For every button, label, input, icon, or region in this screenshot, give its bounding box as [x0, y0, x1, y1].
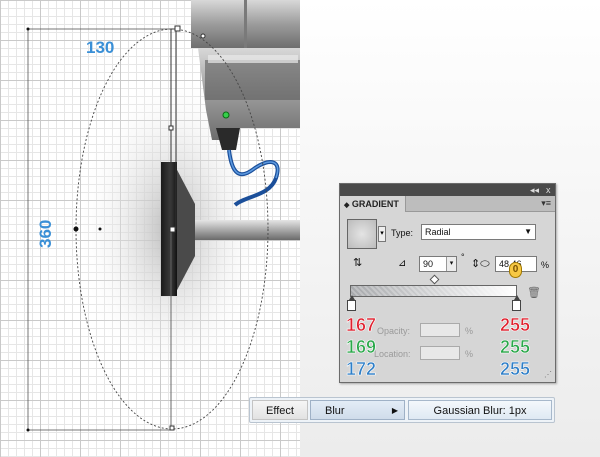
menu-blur-label: Blur: [325, 405, 345, 417]
anchor-top: [174, 25, 181, 32]
device-head-highlight: [208, 55, 298, 63]
chevron-right-icon: ▶: [391, 406, 398, 415]
opacity-label: Opacity:: [377, 326, 411, 336]
gradient-stop-right[interactable]: [512, 295, 521, 311]
angle-icon: ⊿: [398, 258, 407, 269]
angle-value: 90: [423, 259, 434, 269]
callout-badge: 0: [509, 262, 522, 278]
guide-corner-tl: [26, 27, 30, 31]
anchor-mid: [168, 125, 174, 131]
trash-icon[interactable]: 🗑: [527, 286, 541, 299]
gradient-preview-swatch[interactable]: [347, 219, 377, 249]
degree-mark: °: [461, 252, 465, 262]
type-select-value: Radial: [425, 227, 451, 237]
gradient-presets-dropdown[interactable]: ▾: [378, 226, 386, 242]
anchor-left: [73, 226, 79, 232]
tab-arrow-icon: ◆: [344, 202, 350, 209]
aspect-percent-mark: %: [541, 260, 550, 270]
chevron-down-icon: ▼: [524, 227, 532, 236]
menu-effect[interactable]: Effect: [252, 400, 308, 420]
gradient-stop-left[interactable]: [347, 295, 356, 311]
reverse-gradient-icon[interactable]: ⇅: [353, 256, 362, 269]
type-label: Type:: [391, 228, 414, 238]
status-light: [222, 111, 230, 119]
width-dimension-label: 130: [86, 38, 115, 57]
collapse-panel-icon[interactable]: ◂◂: [530, 184, 539, 196]
opacity-percent-mark: %: [465, 326, 474, 336]
gradient-ramp[interactable]: [350, 285, 517, 297]
tab-gradient-label: GRADIENT: [351, 199, 399, 209]
device-shadow-band: [205, 60, 300, 100]
height-dimension-label: 360: [36, 219, 55, 248]
center-point: [98, 227, 102, 231]
menu-blur[interactable]: Blur ▶: [310, 400, 405, 420]
menu-gaussian-blur[interactable]: Gaussian Blur: 1px: [408, 400, 552, 420]
right-stop-green: 255: [500, 337, 531, 358]
guide-corner-bl: [26, 428, 30, 432]
handle-point: [200, 33, 206, 39]
close-panel-icon[interactable]: x: [546, 184, 551, 196]
angle-stepper[interactable]: ▾: [446, 257, 456, 271]
menu-breadcrumb: Effect Blur ▶ Gaussian Blur: 1px: [249, 397, 555, 423]
device-body-seam: [244, 0, 247, 48]
left-stop-green: 169: [346, 337, 377, 358]
panel-tabbar: ◆ GRADIENT ▾≡: [340, 196, 555, 212]
type-select[interactable]: Radial ▼: [421, 224, 536, 240]
angle-field[interactable]: 90 ▾: [419, 256, 457, 272]
left-stop-blue: 172: [346, 359, 377, 380]
resize-grip-icon[interactable]: ⋰: [544, 370, 552, 379]
aspect-ratio-icon: ⇕⬭: [471, 258, 490, 270]
opacity-field: [420, 323, 460, 337]
location-field: [420, 346, 460, 360]
left-stop-red: 167: [346, 315, 377, 336]
anchor-center: [169, 226, 176, 233]
panel-menu-icon[interactable]: ▾≡: [541, 198, 551, 209]
gradient-midpoint-handle[interactable]: [429, 274, 440, 285]
panel-titlebar[interactable]: ◂◂ x: [340, 184, 555, 196]
gradient-panel: ◂◂ x ◆ GRADIENT ▾≡ ▾ Type: Radial ▼ ⇅ ⊿ …: [339, 183, 556, 383]
tab-gradient[interactable]: ◆ GRADIENT: [340, 196, 406, 212]
right-stop-blue: 255: [500, 359, 531, 380]
right-stop-red: 255: [500, 315, 531, 336]
location-percent-mark: %: [465, 349, 474, 359]
anchor-bottom: [169, 425, 175, 431]
rod: [185, 220, 300, 240]
location-label: Location:: [374, 349, 411, 359]
